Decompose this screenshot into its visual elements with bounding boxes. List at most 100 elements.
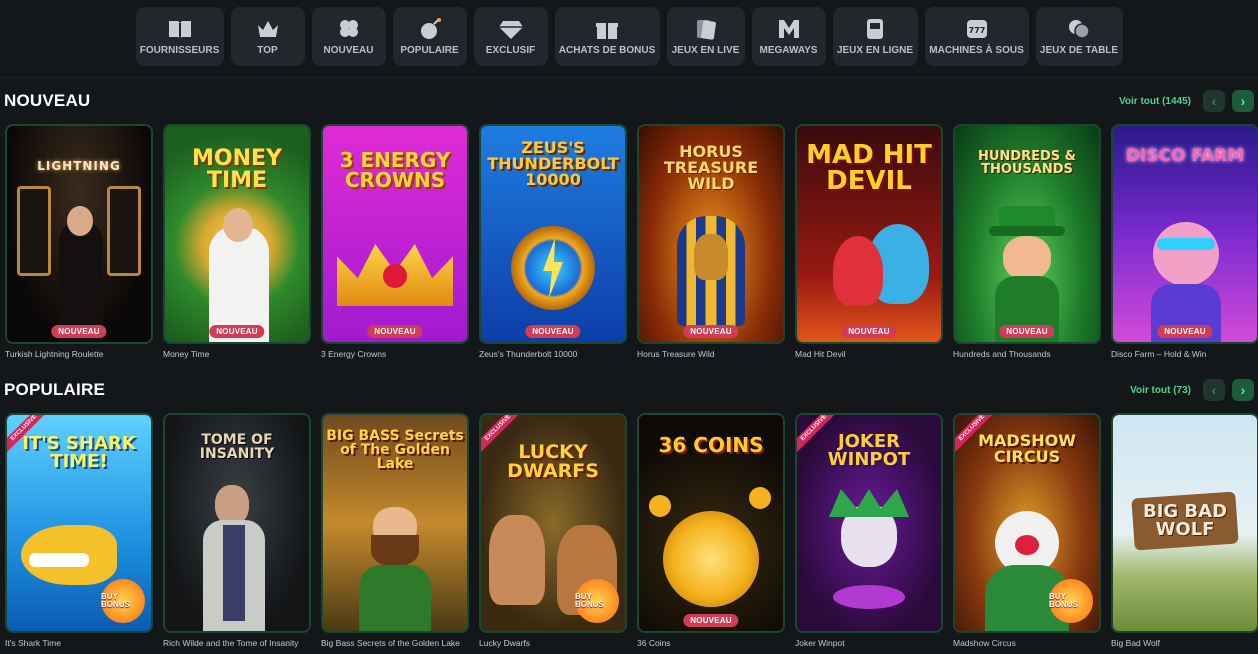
game-thumbnail[interactable]: MAD HIT DEVIL NOUVEAU	[795, 124, 943, 344]
diamond-icon	[498, 21, 523, 39]
megaways-icon	[778, 20, 799, 38]
game-thumbnail[interactable]: BIG BASS Secrets of The Golden Lake	[321, 413, 469, 633]
category-label: JEUX DE TABLE	[1039, 45, 1119, 56]
game-art-title: BIG BAD WOLF	[1142, 501, 1228, 540]
game-thumbnail[interactable]: EXCLUSIVE MADSHOW CIRCUS BUY BONUS	[953, 413, 1101, 633]
see-all-link[interactable]: Voir tout (1445)	[1119, 96, 1191, 107]
chips-icon	[1069, 20, 1090, 39]
game-card[interactable]: EXCLUSIVE IT'S SHARK TIME! BUY BONUS It'…	[5, 413, 153, 648]
game-name: Lucky Dwarfs	[479, 638, 531, 648]
game-name: 36 Coins	[637, 638, 671, 648]
category-label: ACHATS DE BONUS	[558, 45, 656, 56]
game-art-title: LUCKY DWARFS	[507, 441, 599, 482]
category-nouveau[interactable]: NOUVEAU	[311, 7, 386, 66]
game-thumbnail[interactable]: 36 COINS NOUVEAU	[637, 413, 785, 633]
game-card[interactable]: LIGHTNING NOUVEAU Turkish Lightning Roul…	[5, 124, 153, 359]
game-name: Turkish Lightning Roulette	[5, 349, 104, 359]
game-name: Hundreds and Thousands	[953, 349, 1051, 359]
carousel-next-button[interactable]: ›	[1232, 379, 1254, 401]
game-art-title: MONEY TIME	[192, 146, 282, 193]
game-card[interactable]: EXCLUSIVE LUCKY DWARFS BUY BONUS Lucky D…	[479, 413, 627, 648]
game-thumbnail[interactable]: HUNDREDS & THOUSANDS NOUVEAU	[953, 124, 1101, 344]
game-card[interactable]: EXCLUSIVE MADSHOW CIRCUS BUY BONUS Madsh…	[953, 413, 1101, 648]
category-jeux-en-ligne[interactable]: JEUX EN LIGNE	[832, 7, 918, 66]
slot-cabinet-icon	[867, 19, 883, 39]
game-card[interactable]: TOME OF INSANITY Rich Wilde and the Tome…	[163, 413, 311, 648]
game-thumbnail[interactable]: EXCLUSIVE LUCKY DWARFS BUY BONUS	[479, 413, 627, 633]
game-thumbnail[interactable]: EXCLUSIVE JOKER WINPOT	[795, 413, 943, 633]
category-label: POPULAIRE	[400, 45, 459, 56]
game-art-title: 36 COINS	[658, 433, 764, 457]
game-thumbnail[interactable]: LIGHTNING NOUVEAU	[5, 124, 153, 344]
category-jeux-de-table[interactable]: JEUX DE TABLE	[1035, 7, 1123, 66]
game-card[interactable]: MAD HIT DEVIL NOUVEAU Mad Hit Devil	[795, 124, 943, 359]
see-all-link[interactable]: Voir tout (73)	[1130, 385, 1191, 396]
game-thumbnail[interactable]: 3 ENERGY CROWNS NOUVEAU	[321, 124, 469, 344]
game-thumbnail[interactable]: BIG BAD WOLF	[1111, 413, 1258, 633]
game-art-title: HUNDREDS & THOUSANDS	[977, 149, 1076, 177]
game-art-title: MADSHOW CIRCUS	[978, 431, 1076, 466]
game-art-title: BIG BASS Secrets of The Golden Lake	[326, 428, 464, 472]
game-name: Money Time	[163, 349, 210, 359]
carousel-next-button[interactable]: ›	[1232, 90, 1254, 112]
game-thumbnail[interactable]: HORUS TREASURE WILD NOUVEAU	[637, 124, 785, 344]
game-name: 3 Energy Crowns	[321, 349, 387, 359]
clover-icon	[339, 20, 358, 37]
game-art-title: TOME OF INSANITY	[199, 432, 275, 462]
bomb-icon	[420, 18, 441, 39]
game-thumbnail[interactable]: MONEY TIME NOUVEAU	[163, 124, 311, 344]
category-fournisseurs[interactable]: FOURNISSEURS	[135, 7, 224, 66]
category-machines-a-sous[interactable]: 777 MACHINES À SOUS	[924, 7, 1029, 66]
game-art-title: ZEUS'S THUNDERBOLT 10000	[487, 138, 619, 189]
new-badge: NOUVEAU	[209, 325, 265, 338]
game-art-title: IT'S SHARK TIME!	[22, 433, 136, 472]
new-badge: NOUVEAU	[367, 325, 423, 338]
category-jeux-live[interactable]: JEUX EN LIVE	[666, 7, 745, 66]
game-card[interactable]: MONEY TIME NOUVEAU Money Time	[163, 124, 311, 359]
new-badge: NOUVEAU	[683, 614, 739, 627]
game-thumbnail[interactable]: DISCO FARM NOUVEAU	[1111, 124, 1258, 344]
game-card[interactable]: HORUS TREASURE WILD NOUVEAU Horus Treasu…	[637, 124, 785, 359]
category-label: TOP	[257, 45, 278, 56]
game-thumbnail[interactable]: ZEUS'S THUNDERBOLT 10000 NOUVEAU	[479, 124, 627, 344]
game-thumbnail[interactable]: EXCLUSIVE IT'S SHARK TIME! BUY BONUS	[5, 413, 153, 633]
cards-icon	[696, 20, 716, 40]
carousel-prev-button[interactable]: ‹	[1203, 90, 1225, 112]
game-card[interactable]: ZEUS'S THUNDERBOLT 10000 NOUVEAU Zeus's …	[479, 124, 627, 359]
category-megaways[interactable]: MEGAWAYS	[751, 7, 826, 66]
buy-bonus-badge: BUY BONUS	[1049, 579, 1093, 623]
gift-icon	[596, 23, 618, 39]
game-thumbnail[interactable]: TOME OF INSANITY	[163, 413, 311, 633]
svg-text:777: 777	[968, 26, 985, 35]
game-card[interactable]: BIG BASS Secrets of The Golden Lake Big …	[321, 413, 469, 648]
game-card[interactable]: DISCO FARM NOUVEAU Disco Farm – Hold & W…	[1111, 124, 1258, 359]
new-badge: NOUVEAU	[525, 325, 581, 338]
game-card[interactable]: HUNDREDS & THOUSANDS NOUVEAU Hundreds an…	[953, 124, 1101, 359]
category-achats-bonus[interactable]: ACHATS DE BONUS	[554, 7, 660, 66]
category-bar: FOURNISSEURS TOP NOUVEAU POPULAIRE EXCLU…	[0, 0, 1258, 78]
game-card[interactable]: EXCLUSIVE JOKER WINPOT Joker Winpot	[795, 413, 943, 648]
crown-icon	[257, 21, 278, 37]
chevron-left-icon: ‹	[1211, 93, 1217, 109]
game-name: It's Shark Time	[5, 638, 61, 648]
category-label: MEGAWAYS	[759, 45, 818, 56]
new-badge: NOUVEAU	[999, 325, 1055, 338]
category-label: NOUVEAU	[323, 45, 374, 56]
carousel-prev-button[interactable]: ‹	[1203, 379, 1225, 401]
section-title: NOUVEAU	[4, 91, 91, 110]
category-populaire[interactable]: POPULAIRE	[392, 7, 467, 66]
game-name: Horus Treasure Wild	[637, 349, 715, 359]
category-label: JEUX EN LIGNE	[836, 45, 914, 56]
game-card[interactable]: BIG BAD WOLF Big Bad Wolf	[1111, 413, 1258, 648]
category-top[interactable]: TOP	[230, 7, 305, 66]
category-label: JEUX EN LIVE	[671, 45, 740, 56]
game-art-title: 3 ENERGY CROWNS	[339, 148, 451, 192]
new-badge: NOUVEAU	[51, 325, 107, 338]
game-art-title: HORUS TREASURE WILD	[663, 142, 759, 193]
game-art-title: MAD HIT DEVIL	[806, 140, 932, 196]
new-badge: NOUVEAU	[1157, 325, 1213, 338]
game-card[interactable]: 3 ENERGY CROWNS NOUVEAU 3 Energy Crowns	[321, 124, 469, 359]
game-card[interactable]: 36 COINS NOUVEAU 36 Coins	[637, 413, 785, 648]
chevron-left-icon: ‹	[1211, 382, 1217, 398]
category-exclusif[interactable]: EXCLUSIF	[473, 7, 548, 66]
